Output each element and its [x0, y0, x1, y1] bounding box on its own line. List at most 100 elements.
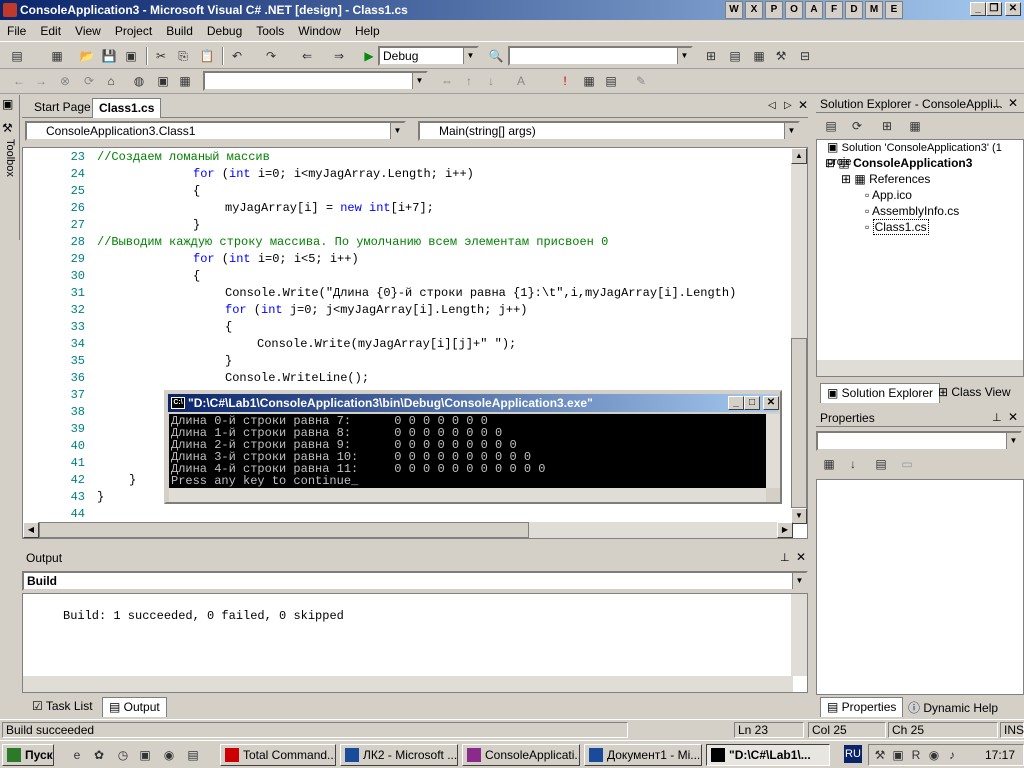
toolbox-icon[interactable]: ⚒ [2, 121, 13, 135]
output-pane-select[interactable]: Build ▼ [22, 571, 808, 591]
properties-window-icon[interactable]: ▤ [726, 47, 744, 65]
desktop-quicklaunch-icon[interactable]: ▣ [136, 746, 154, 764]
console-close-button[interactable]: ✕ [763, 396, 779, 410]
expand-icon[interactable]: ⊞ [841, 172, 854, 186]
word-shortcut-icon[interactable]: W [725, 1, 743, 19]
undo-icon[interactable]: ↶ [228, 47, 246, 65]
pin-icon[interactable]: ⊥ [992, 97, 1002, 110]
property-pages-icon[interactable]: ▭ [898, 455, 916, 473]
stop-icon[interactable]: ⊗ [56, 72, 74, 90]
close-solution-explorer-icon[interactable]: ✕ [1008, 96, 1018, 110]
chevron-down-icon[interactable]: ▼ [463, 48, 477, 64]
tab-properties[interactable]: ▤ Properties [820, 697, 904, 717]
output-vertical-scrollbar[interactable] [791, 594, 807, 676]
close-output-icon[interactable]: ✕ [796, 550, 806, 564]
console-horizontal-scrollbar[interactable] [169, 488, 766, 502]
scroll-down-icon[interactable]: ▼ [791, 508, 807, 524]
task-consoleapplication[interactable]: ConsoleApplicati... [462, 744, 580, 766]
horizontal-resize-icon[interactable]: ⇔ [438, 72, 456, 90]
menu-window[interactable]: Window [291, 20, 348, 42]
explorer-shortcut-icon[interactable]: E [885, 1, 903, 19]
task-word-document1[interactable]: Документ1 - Mi... [584, 744, 702, 766]
table-icon[interactable]: ▤ [602, 72, 620, 90]
messenger-quicklaunch-icon[interactable]: ✿ [90, 746, 108, 764]
properties-view-icon[interactable]: ▤ [872, 455, 890, 473]
document-shortcut-icon[interactable]: D [845, 1, 863, 19]
save-all-icon[interactable]: ▣ [122, 47, 140, 65]
refresh-icon[interactable]: ⟳ [80, 72, 98, 90]
code-comment[interactable]: //Выводим каждую строку массива. По умол… [97, 234, 608, 251]
code-line[interactable]: } [225, 353, 232, 370]
task-console[interactable]: "D:\C#\Lab1\... [706, 744, 830, 766]
chevron-down-icon[interactable]: ▼ [677, 48, 691, 64]
code-line[interactable]: } [193, 217, 200, 234]
folder-shortcut-icon[interactable]: F [825, 1, 843, 19]
tab-class-view[interactable]: ⊞ Class View [932, 383, 1017, 403]
object-browser-icon[interactable]: ▦ [750, 47, 768, 65]
cut-icon[interactable]: ✂ [152, 47, 170, 65]
scroll-left-icon[interactable]: ◀ [23, 522, 39, 538]
code-line[interactable]: } [129, 472, 136, 489]
media-quicklaunch-icon[interactable]: ◉ [160, 746, 178, 764]
console-minimize-button[interactable]: _ [728, 396, 744, 410]
start-button[interactable]: Пуск [2, 744, 54, 766]
home-icon[interactable]: ⌂ [102, 72, 120, 90]
chevron-down-icon[interactable]: ▼ [412, 73, 426, 89]
file-node-assemblyinfo[interactable]: ▫ AssemblyInfo.cs [865, 204, 959, 218]
tab-dynamic-help[interactable]: ⓘ Dynamic Help [902, 697, 1004, 717]
forward-icon[interactable]: → [32, 72, 50, 90]
close-properties-icon[interactable]: ✕ [1008, 410, 1018, 424]
solution-tree[interactable]: ▣ Solution 'ConsoleApplication3' (1 proj… [816, 139, 1024, 377]
web-settings-icon[interactable]: ▦ [176, 72, 194, 90]
output-text-area[interactable]: Build: 1 succeeded, 0 failed, 0 skipped [22, 593, 808, 693]
code-line[interactable]: myJagArray[i] = new int[i+7]; [225, 200, 434, 217]
solution-explorer-icon[interactable]: ⊞ [702, 47, 720, 65]
tab-start-page[interactable]: Start Page [28, 98, 97, 118]
code-line[interactable]: } [97, 489, 104, 506]
solution-config-select[interactable]: Debug ▼ [378, 46, 479, 66]
output-horizontal-scrollbar[interactable] [23, 676, 793, 692]
tray-tools-icon[interactable]: ⚒ [871, 746, 889, 764]
navigate-forward-icon[interactable]: ⇒ [330, 47, 348, 65]
tab-class1[interactable]: Class1.cs [92, 98, 162, 118]
redo-icon[interactable]: ↷ [262, 47, 280, 65]
add-item-icon[interactable]: ▦ [48, 47, 66, 65]
code-line[interactable]: { [193, 268, 200, 285]
task-word-lk2[interactable]: ЛК2 - Microsoft ... [340, 744, 458, 766]
scroll-thumb[interactable] [791, 338, 807, 508]
arrow-down-icon[interactable]: ↓ [482, 72, 500, 90]
tab-scroll-right-icon[interactable]: ▷ [784, 100, 792, 111]
chevron-down-icon[interactable]: ▼ [792, 573, 806, 589]
member-navigator[interactable]: Main(string[] args) ▼ [418, 121, 800, 141]
tab-output[interactable]: ▤ Output [102, 697, 167, 717]
close-button[interactable]: ✕ [1005, 2, 1021, 16]
save-icon[interactable]: 💾 [100, 47, 118, 65]
class-view-icon[interactable]: ⊟ [796, 47, 814, 65]
task-total-commander[interactable]: Total Command... [220, 744, 336, 766]
collapse-icon[interactable]: ⊟ [825, 156, 838, 170]
menu-tools[interactable]: Tools [249, 20, 291, 42]
code-line[interactable]: for (int j=0; j<myJagArray[i].Length; j+… [225, 302, 527, 319]
tree-horizontal-scrollbar[interactable] [817, 360, 1023, 376]
editor-horizontal-scrollbar[interactable]: ◀ ▶ [23, 522, 793, 538]
code-comment[interactable]: //Создаем ломаный массив [97, 149, 270, 166]
menu-project[interactable]: Project [108, 20, 159, 42]
chevron-down-icon[interactable]: ▼ [390, 123, 404, 139]
alphabetical-sort-icon[interactable]: ↓ [844, 455, 862, 473]
code-line[interactable]: Console.WriteLine(); [225, 370, 369, 387]
properties-icon[interactable]: ▤ [822, 117, 840, 135]
navigate-back-icon[interactable]: ⇐ [298, 47, 316, 65]
error-exclamation-icon[interactable]: ! [556, 72, 574, 90]
save-quicklaunch-icon[interactable]: ▤ [184, 746, 202, 764]
project-node[interactable]: ⊟ ▤ ConsoleApplication3 [825, 156, 972, 170]
pin-icon[interactable]: ⊥ [992, 411, 1002, 424]
tray-ru-icon[interactable]: R [907, 746, 925, 764]
code-line[interactable]: { [225, 319, 232, 336]
file-node-app-ico[interactable]: ▫ App.ico [865, 188, 912, 202]
code-line[interactable]: Console.Write(myJagArray[i][j]+" "); [257, 336, 516, 353]
globe-icon[interactable]: ◍ [130, 72, 148, 90]
arrow-up-icon[interactable]: ↑ [460, 72, 478, 90]
outlook-shortcut-icon[interactable]: O [785, 1, 803, 19]
language-indicator[interactable]: RU [844, 745, 862, 763]
pin-icon[interactable]: ⊥ [780, 551, 790, 564]
